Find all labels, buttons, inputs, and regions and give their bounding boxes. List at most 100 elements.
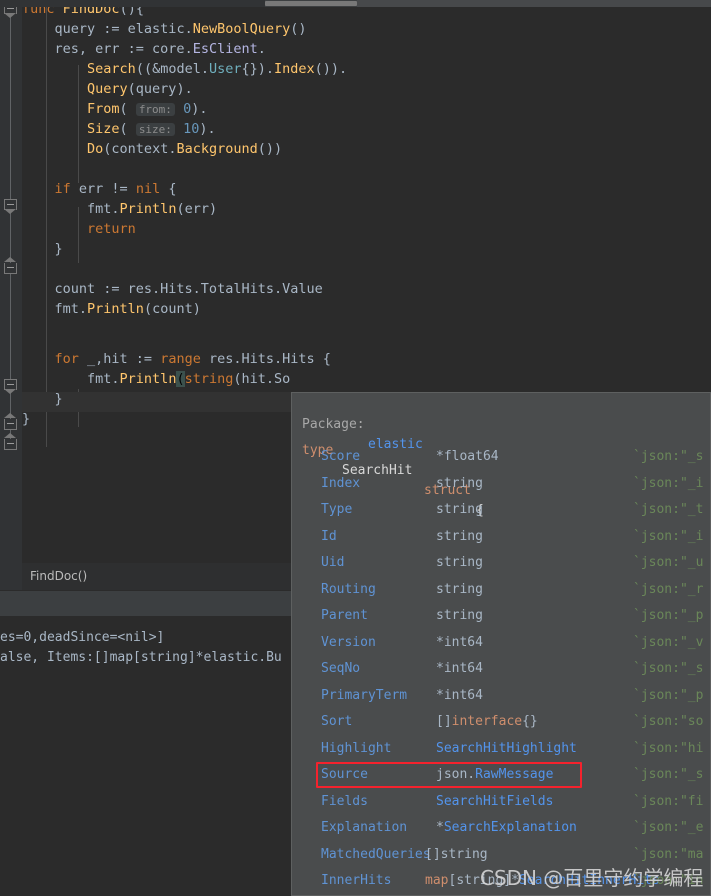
popup-field-type: *SearchExplanation [436,820,577,835]
popup-field-name: Version [321,634,376,650]
code-line-20[interactable]: } [22,409,30,429]
popup-field-type: *float64 [436,449,499,464]
popup-field-json-tag: `json:"_r [633,581,704,597]
popup-field-json-tag: `json:"_i [633,528,704,544]
ide-window: func FindDoc(){ query := elastic.NewBool… [0,0,711,896]
popup-field-type: string [436,528,483,544]
popup-field-name: Sort [321,714,353,729]
popup-package-row: Package: elastic [292,395,710,452]
popup-field-json-tag: `json:"_p [633,608,704,623]
code-line-11[interactable]: return [22,219,136,239]
fold-marker-for-icon[interactable] [4,379,17,394]
code-line-3[interactable]: Search((&model.User{}).Index()). [22,59,347,79]
console-line-0: es=0,deadSince=<nil>] [0,630,165,645]
editor-horizontal-scrollbar[interactable] [0,0,711,7]
csdn-watermark: CSDN @百里守约学编程 [480,866,704,890]
popup-field-json-tag: `json:"_e [633,820,704,835]
popup-field-json-tag: `json:"hi [633,740,704,756]
popup-field-name: Uid [321,555,345,570]
popup-field-name: Id [321,528,337,544]
scrollbar-track-left[interactable] [0,0,265,7]
code-line-12[interactable]: } [22,239,63,259]
popup-field-type: string [436,608,483,623]
popup-field-name: Routing [321,581,376,597]
popup-field-row[interactable]: PrimaryTerm *int64 `json:"_p [292,686,710,712]
code-line-18[interactable]: fmt.Println(string(hit.So [22,369,290,389]
popup-field-json-tag: `json:"_p [633,687,704,703]
popup-field-row[interactable]: Fields SearchHitFields `json:"fi [292,792,710,818]
code-line-5[interactable]: From( from: 0). [22,99,207,119]
code-line-1[interactable]: query := elastic.NewBoolQuery() [22,19,307,39]
fold-marker-func-icon[interactable] [4,7,17,18]
popup-field-row[interactable]: Type string `json:"_t [292,500,710,526]
code-line-15[interactable]: fmt.Println(count) [22,299,201,319]
code-line-7[interactable]: Do(context.Background()) [22,139,282,159]
inlay-hint-size: size: [135,123,175,136]
popup-field-name: Explanation [321,820,408,835]
popup-field-row[interactable]: Sort []interface{} `json:"so [292,712,710,738]
popup-field-json-tag: `json:"_s [633,661,704,676]
code-line-2[interactable]: res, err := core.EsClient. [22,39,266,59]
breadcrumb-gutter [0,563,22,590]
scrollbar-thumb[interactable] [265,1,357,6]
scrollbar-track-right[interactable] [357,0,711,7]
editor-gutter[interactable] [0,7,22,563]
popup-field-name: Score [321,449,361,464]
popup-field-json-tag: `json:"so [633,714,704,729]
popup-field-type: string [436,502,483,517]
inlay-hint-from: from: [135,103,175,116]
popup-field-json-tag: `json:"_i [633,475,704,491]
code-line-6[interactable]: Size( size: 10). [22,119,216,139]
popup-field-row[interactable]: Explanation *SearchExplanation `json:"_e [292,818,710,844]
popup-field-row[interactable]: Id string `json:"_i [292,527,710,553]
popup-field-json-tag: `json:"_t [633,502,704,517]
popup-field-name: Fields [321,793,368,809]
popup-field-name: SeqNo [321,661,361,676]
quick-documentation-popup[interactable]: Package: elastic type SearchHit struct {… [291,392,711,896]
popup-field-row[interactable]: Version *int64 `json:"_v [292,633,710,659]
code-line-4[interactable]: Query(query). [22,79,193,99]
popup-field-row[interactable]: Highlight SearchHitHighlight `json:"hi [292,739,710,765]
popup-field-type: string [436,581,483,597]
fold-marker-if-end-icon[interactable] [4,257,17,274]
popup-field-type: SearchHitFields [436,793,554,809]
code-line-10[interactable]: fmt.Println(err) [22,199,217,219]
source-field-highlight-box [316,762,582,788]
popup-field-type: *int64 [436,661,483,676]
fold-marker-func-end-icon[interactable] [4,433,17,450]
popup-field-json-tag: `json:"_s [633,449,704,464]
popup-field-row[interactable]: Parent string `json:"_p [292,606,710,632]
popup-field-type: *int64 [436,687,483,703]
popup-field-json-tag: `json:"_v [633,634,704,650]
popup-field-type: []interface{} [436,714,538,729]
popup-field-row[interactable]: Index string `json:"_i [292,474,710,500]
code-text[interactable]: func FindDoc(){ query := elastic.NewBool… [22,7,711,427]
popup-field-name: Index [321,475,361,491]
popup-field-json-tag: `json:"_u [633,555,704,570]
popup-field-name: Parent [321,608,368,623]
popup-field-name: InnerHits [321,873,392,888]
popup-field-type: string [436,475,483,491]
popup-field-name: Type [321,502,353,517]
popup-field-type: []string [425,846,488,862]
fold-marker-if-icon[interactable] [4,199,17,214]
popup-field-name: MatchedQueries [321,846,431,862]
code-line-19[interactable]: } [22,389,63,409]
popup-field-name: Highlight [321,740,392,756]
code-line-14[interactable]: count := res.Hits.TotalHits.Value [22,279,323,299]
popup-field-row[interactable]: Routing string `json:"_r [292,580,710,606]
popup-declaration-row: type SearchHit struct { [292,421,710,518]
popup-field-type: string [436,555,483,570]
popup-field-row[interactable]: SeqNo *int64 `json:"_s [292,659,710,685]
popup-field-row[interactable]: Uid string `json:"_u [292,553,710,579]
popup-field-name: PrimaryTerm [321,687,408,703]
fold-marker-for-end-icon[interactable] [4,413,17,430]
console-line-1: alse, Items:[]map[string]*elastic.Bu [0,650,282,665]
code-line-0[interactable]: func FindDoc(){ [22,7,144,19]
popup-field-row[interactable]: Score *float64 `json:"_s [292,447,710,473]
code-line-17[interactable]: for _,hit := range res.Hits.Hits { [22,349,331,369]
breadcrumb-item-finddoc[interactable]: FindDoc() [30,569,87,583]
popup-field-json-tag: `json:"fi [633,793,704,809]
code-line-9[interactable]: if err != nil { [22,179,177,199]
popup-field-json-tag: `json:"_s [633,767,704,782]
